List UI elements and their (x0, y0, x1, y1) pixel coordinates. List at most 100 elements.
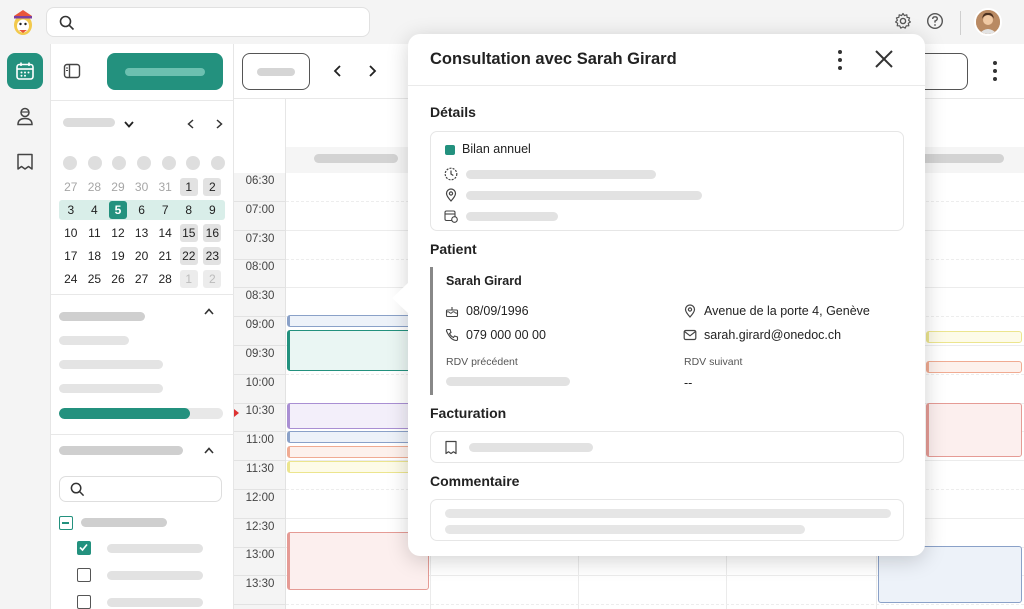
calendar-day[interactable]: 29 (106, 176, 130, 198)
birthday-cake-icon (445, 307, 459, 318)
calendar-placeholder (466, 212, 558, 221)
calendar-day[interactable]: 15 (177, 222, 201, 244)
day-header-placeholder[interactable] (314, 154, 398, 163)
appointment-type-color (445, 145, 455, 155)
calendar-day[interactable]: 25 (83, 268, 107, 290)
patient-name[interactable]: Sarah Girard (446, 274, 522, 288)
calendar-event[interactable] (926, 403, 1022, 457)
patient-address[interactable]: Avenue de la porte 4, Genève (683, 304, 870, 318)
calendar-day[interactable]: 10 (59, 222, 83, 244)
filter-search-input[interactable] (59, 476, 222, 502)
calendar-day[interactable]: 7 (153, 199, 177, 221)
close-icon[interactable] (874, 49, 894, 69)
calendar-day[interactable]: 11 (83, 222, 107, 244)
time-label: 13:30 (245, 578, 275, 591)
select-all-checkbox[interactable] (59, 516, 73, 530)
calendar-day[interactable]: 27 (130, 268, 154, 290)
calendar-day[interactable]: 26 (106, 268, 130, 290)
gear-icon[interactable] (894, 12, 912, 30)
doctor-icon (17, 107, 33, 126)
time-label: 08:30 (245, 290, 275, 303)
calendar-day[interactable]: 23 (201, 245, 225, 267)
calendar-day[interactable]: 16 (201, 222, 225, 244)
today-button[interactable] (242, 53, 310, 90)
calendar-event[interactable] (926, 331, 1022, 343)
filter-checkbox[interactable] (77, 541, 91, 555)
calendar-day-today[interactable]: 5 (106, 199, 130, 221)
day-header-placeholder[interactable] (920, 154, 1004, 163)
calendar-day[interactable]: 18 (83, 245, 107, 267)
calendar-day[interactable]: 17 (59, 245, 83, 267)
chevron-up-icon[interactable] (203, 445, 215, 457)
calendar-day[interactable]: 2 (201, 268, 225, 290)
chevron-up-icon[interactable] (203, 306, 215, 318)
calendar-day[interactable]: 14 (153, 222, 177, 244)
calendar-day[interactable]: 13 (130, 222, 154, 244)
rail-messages[interactable] (7, 143, 43, 179)
more-vertical-icon[interactable] (993, 60, 997, 82)
calendar-day[interactable]: 6 (130, 199, 154, 221)
user-avatar[interactable] (974, 8, 1002, 36)
chevron-left-icon[interactable] (331, 64, 345, 78)
filter-checkbox[interactable] (77, 568, 91, 582)
help-icon[interactable] (926, 12, 944, 30)
search-icon (70, 482, 85, 497)
appointment-type: Bilan annuel (462, 142, 531, 156)
app-logo-icon[interactable] (10, 8, 36, 36)
group-title-placeholder (59, 312, 145, 321)
time-gutter-line (234, 287, 286, 289)
receipt-icon (445, 440, 457, 455)
button-label-placeholder (125, 68, 205, 76)
calendar-day[interactable]: 30 (130, 176, 154, 198)
calendar-day[interactable]: 4 (83, 199, 107, 221)
phone-value: 079 000 00 00 (466, 328, 546, 342)
rail-patients[interactable] (7, 98, 43, 134)
calendar-day[interactable]: 28 (153, 268, 177, 290)
calendar-event[interactable] (926, 361, 1022, 373)
comment-placeholder (445, 509, 891, 518)
more-vertical-icon[interactable] (838, 49, 842, 71)
time-label: 12:30 (245, 520, 275, 533)
chevron-left-icon[interactable] (185, 118, 197, 130)
calendar-day[interactable]: 9 (201, 199, 225, 221)
hour-gridline (286, 604, 1024, 606)
time-label: 07:00 (245, 203, 275, 216)
button-label-placeholder (257, 68, 295, 76)
chevron-right-icon[interactable] (365, 64, 379, 78)
weekday-placeholder (161, 156, 176, 170)
calendar-day[interactable]: 19 (106, 245, 130, 267)
nav-rail (0, 44, 50, 609)
calendar-day[interactable]: 21 (153, 245, 177, 267)
rail-calendar[interactable] (7, 53, 43, 89)
billing-section-title: Facturation (430, 405, 507, 421)
calendar-day[interactable]: 2 (201, 176, 225, 198)
calendar-day[interactable]: 22 (177, 245, 201, 267)
mail-icon (683, 329, 697, 341)
calendar-day[interactable]: 24 (59, 268, 83, 290)
calendar-day[interactable]: 27 (59, 176, 83, 198)
chevron-right-icon[interactable] (213, 118, 225, 130)
comment-card[interactable] (430, 499, 904, 541)
search-input[interactable] (46, 7, 370, 37)
chevron-down-icon[interactable] (123, 118, 135, 130)
previous-appointment-placeholder[interactable] (446, 377, 570, 386)
create-appointment-button[interactable] (107, 53, 223, 90)
patient-email[interactable]: sarah.girard@onedoc.ch (683, 328, 841, 342)
calendar-week-selected: 3 4 5 6 7 8 9 (59, 199, 229, 221)
patient-phone[interactable]: 079 000 00 00 (445, 328, 546, 342)
filter-checkbox[interactable] (77, 595, 91, 609)
billing-card[interactable] (430, 431, 904, 463)
calendar-day[interactable]: 20 (130, 245, 154, 267)
calendar-day[interactable]: 28 (83, 176, 107, 198)
calendar-day[interactable]: 3 (59, 199, 83, 221)
time-gutter-line (234, 431, 286, 433)
calendar-week: 24 25 26 27 28 1 2 (59, 268, 229, 290)
calendar-day[interactable]: 12 (106, 222, 130, 244)
calendar-day[interactable]: 1 (177, 176, 201, 198)
calendar-day[interactable]: 31 (153, 176, 177, 198)
calendar-day[interactable]: 8 (177, 199, 201, 221)
sidebar-toggle-icon[interactable] (63, 62, 81, 80)
time-gutter-line (234, 258, 286, 260)
calendar-day[interactable]: 1 (177, 268, 201, 290)
time-gutter-line (234, 316, 286, 318)
